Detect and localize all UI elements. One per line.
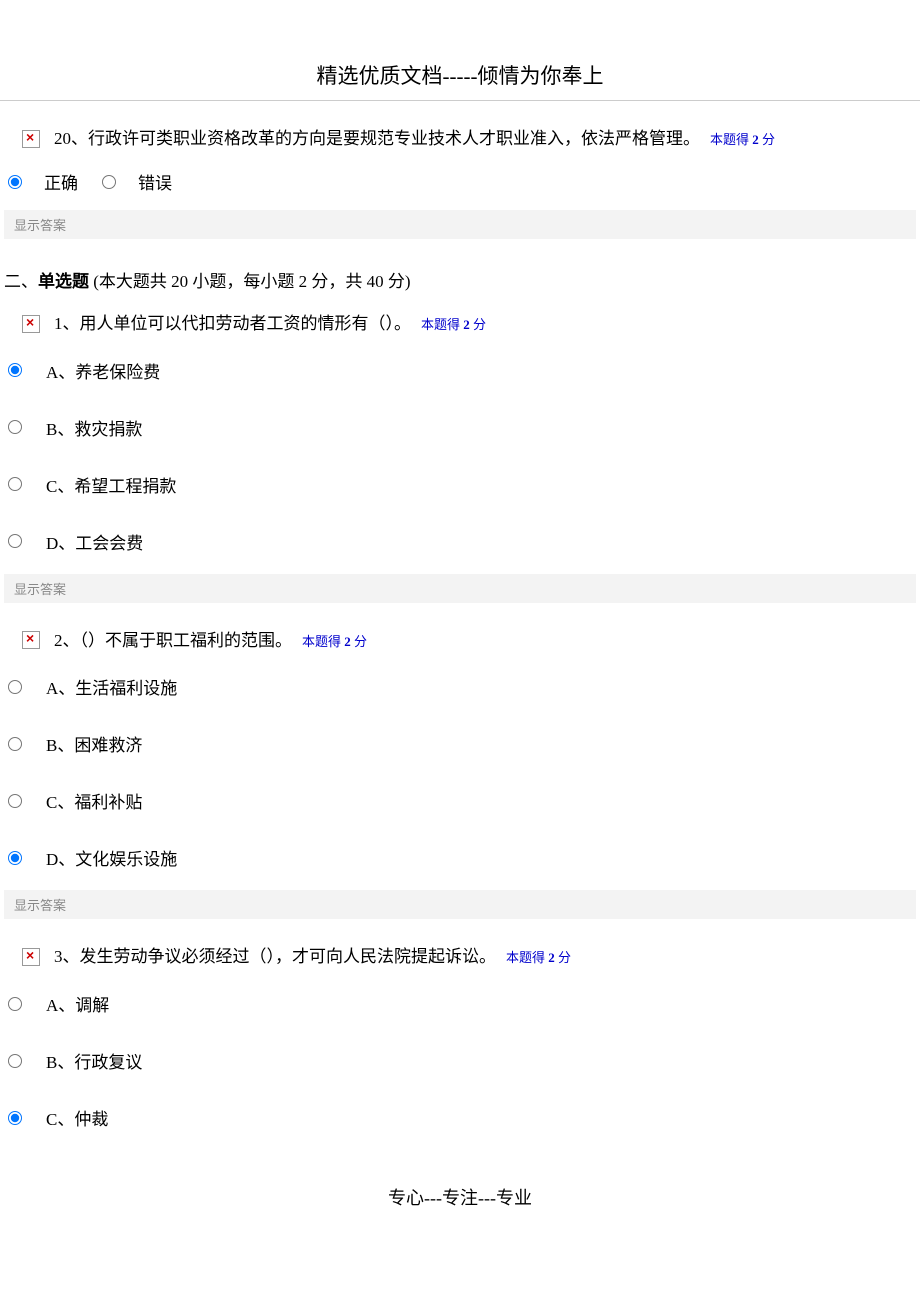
page-header: 精选优质文档-----倾情为你奉上 bbox=[0, 0, 920, 101]
page-footer: 专心---专注---专业 bbox=[0, 1154, 920, 1230]
broken-image-icon bbox=[22, 130, 40, 148]
q20-option-true[interactable] bbox=[8, 175, 22, 189]
score-label: 本题得 2 分 bbox=[302, 634, 367, 649]
q3-option-a[interactable] bbox=[8, 997, 22, 1011]
option-label: B、救灾捐款 bbox=[46, 415, 142, 440]
broken-image-icon bbox=[22, 948, 40, 966]
q1-option-c[interactable] bbox=[8, 477, 22, 491]
score-label: 本题得 2 分 bbox=[710, 132, 775, 147]
question-20: 20、行政许可类职业资格改革的方向是要规范专业技术人才职业准入，依法严格管理。 … bbox=[4, 121, 916, 239]
q2-option-b[interactable] bbox=[8, 737, 22, 751]
score-label: 本题得 2 分 bbox=[421, 317, 486, 332]
option-label: A、调解 bbox=[46, 991, 109, 1016]
q1-option-d[interactable] bbox=[8, 534, 22, 548]
q20-option-false[interactable] bbox=[102, 175, 116, 189]
option-label: A、生活福利设施 bbox=[46, 674, 177, 699]
option-label: B、困难救济 bbox=[46, 731, 142, 756]
option-label: C、福利补贴 bbox=[46, 788, 142, 813]
q3-option-c[interactable] bbox=[8, 1111, 22, 1125]
q3-option-b[interactable] bbox=[8, 1054, 22, 1068]
question-1: 1、用人单位可以代扣劳动者工资的情形有（）。 本题得 2 分 A、养老保险费 B… bbox=[4, 306, 916, 603]
show-answer-button[interactable]: 显示答案 bbox=[4, 890, 916, 919]
q2-option-c[interactable] bbox=[8, 794, 22, 808]
option-label: C、仲裁 bbox=[46, 1105, 108, 1130]
option-label: B、行政复议 bbox=[46, 1048, 142, 1073]
section-header: 二、单选题 (本大题共 20 小题，每小题 2 分，共 40 分) bbox=[4, 247, 916, 306]
option-label: D、工会会费 bbox=[46, 529, 143, 554]
question-text: 20、行政许可类职业资格改革的方向是要规范专业技术人才职业准入，依法严格管理。 bbox=[54, 129, 700, 148]
question-3: 3、发生劳动争议必须经过（），才可向人民法院提起诉讼。 本题得 2 分 A、调解… bbox=[4, 939, 916, 1146]
option-label: A、养老保险费 bbox=[46, 358, 160, 383]
question-text: 2、（）不属于职工福利的范围。 bbox=[54, 631, 292, 650]
show-answer-button[interactable]: 显示答案 bbox=[4, 574, 916, 603]
q1-option-a[interactable] bbox=[8, 363, 22, 377]
option-label: 错误 bbox=[138, 174, 172, 193]
broken-image-icon bbox=[22, 315, 40, 333]
show-answer-button[interactable]: 显示答案 bbox=[4, 210, 916, 239]
score-label: 本题得 2 分 bbox=[506, 950, 571, 965]
option-label: C、希望工程捐款 bbox=[46, 472, 176, 497]
q1-option-b[interactable] bbox=[8, 420, 22, 434]
option-label: D、文化娱乐设施 bbox=[46, 845, 177, 870]
question-2: 2、（）不属于职工福利的范围。 本题得 2 分 A、生活福利设施 B、困难救济 … bbox=[4, 623, 916, 920]
q2-option-d[interactable] bbox=[8, 851, 22, 865]
q2-option-a[interactable] bbox=[8, 680, 22, 694]
option-label: 正确 bbox=[44, 174, 78, 193]
broken-image-icon bbox=[22, 631, 40, 649]
question-text: 3、发生劳动争议必须经过（），才可向人民法院提起诉讼。 bbox=[54, 947, 496, 966]
question-text: 1、用人单位可以代扣劳动者工资的情形有（）。 bbox=[54, 314, 411, 333]
